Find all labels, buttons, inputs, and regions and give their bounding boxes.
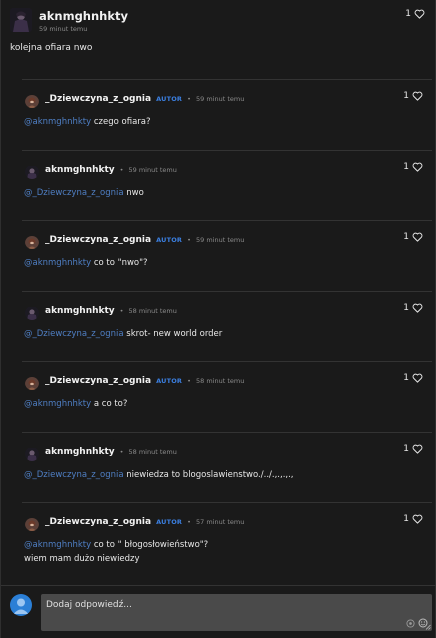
author-badge: AUTOR [156, 377, 183, 385]
like-count: 1 [403, 232, 409, 242]
heart-icon [412, 444, 423, 454]
reply-author[interactable]: _Dziewczyna_z_ognia [45, 235, 151, 245]
reply-message: co to " błogosłowieństwo"? [91, 540, 209, 550]
like-button[interactable]: 1 [403, 232, 423, 242]
heart-icon [412, 373, 423, 383]
reply-avatar[interactable] [25, 165, 39, 179]
reply-time: 57 minut temu [195, 518, 245, 526]
comment-author[interactable]: aknmghnhkty [39, 9, 128, 23]
author-badge: AUTOR [156, 236, 183, 244]
like-count: 1 [403, 444, 409, 454]
reply-time: 58 minut temu [195, 377, 245, 385]
user-mention[interactable]: @aknmghnhkty [24, 117, 91, 127]
reply-time: 59 minut temu [195, 95, 245, 103]
reply-item: aknmghnhkty • 59 minut temu @_Dziewczyna_z_… [22, 150, 432, 220]
reply-text: @_Dziewczyna_z_ognia skrot- new world or… [24, 327, 222, 341]
author-badge: AUTOR [156, 518, 183, 526]
reply-composer: Dodaj odpowiedź... [1, 585, 436, 638]
like-count: 1 [403, 373, 409, 383]
user-mention[interactable]: @_Dziewczyna_z_ognia [24, 470, 124, 480]
like-count: 1 [403, 162, 409, 172]
like-button[interactable]: 1 [403, 444, 423, 454]
comment-thread: aknmghnhkty 59 minut temu kolejna ofiara… [0, 0, 436, 638]
user-avatar[interactable] [10, 8, 32, 32]
reply-avatar[interactable] [25, 447, 39, 461]
like-button[interactable]: 1 [403, 91, 423, 101]
like-count: 1 [403, 91, 409, 101]
separator-dot: • [187, 518, 191, 526]
separator-dot: • [119, 166, 124, 174]
current-user-avatar [10, 594, 32, 616]
reply-text: @aknmghnhkty a co to? [24, 397, 127, 411]
like-count: 1 [405, 9, 411, 19]
separator-dot: • [119, 307, 124, 315]
user-mention[interactable]: @_Dziewczyna_z_ognia [24, 188, 124, 198]
heart-icon [412, 232, 423, 242]
reply-message: niewiedza to blogoslawienstwo./../.,.,.,… [123, 470, 294, 480]
main-comment: aknmghnhkty 59 minut temu kolejna ofiara… [1, 0, 436, 78]
reply-time: 59 minut temu [195, 236, 245, 244]
heart-icon [412, 303, 423, 313]
reply-item: _Dziewczyna_z_ognia AUTOR • 59 minut temu @a… [22, 220, 432, 291]
reply-author[interactable]: _Dziewczyna_z_ognia [45, 94, 151, 104]
reply-message: co to "nwo"? [91, 258, 148, 268]
heart-icon [414, 9, 425, 19]
reply-avatar[interactable] [25, 94, 39, 108]
like-button[interactable]: 1 [403, 303, 423, 313]
heart-icon [412, 514, 423, 524]
resize-handle-icon[interactable] [425, 624, 431, 630]
separator-dot: • [187, 377, 191, 385]
reply-placeholder: Dodaj odpowiedź... [46, 600, 132, 610]
reply-message-line2: wiem mam dużo niewiedzy [24, 554, 140, 564]
reply-message: skrot- new world order [123, 329, 223, 339]
separator-dot: • [187, 95, 191, 103]
comment-time: 59 minut temu [39, 25, 88, 33]
heart-icon [412, 162, 423, 172]
author-badge: AUTOR [156, 95, 183, 103]
reply-text: @_Dziewczyna_z_ognia niewiedza to blogos… [24, 468, 294, 482]
reply-item: _Dziewczyna_z_ognia AUTOR • 59 minut temu @a… [22, 79, 432, 150]
like-button[interactable]: 1 [405, 9, 425, 19]
like-count: 1 [403, 514, 409, 524]
user-mention[interactable]: @aknmghnhkty [24, 399, 91, 409]
reply-item: aknmghnhkty • 58 minut temu @_Dziewczyna_z_… [22, 291, 432, 361]
reply-message: czego ofiara? [91, 117, 151, 127]
reply-author[interactable]: aknmghnhkty [45, 306, 115, 316]
reply-item: aknmghnhkty • 58 minut temu @_Dziewczyna_z_… [22, 432, 432, 502]
reply-time: 58 minut temu [128, 448, 177, 456]
user-mention[interactable]: @aknmghnhkty [24, 540, 91, 550]
reply-avatar[interactable] [25, 306, 39, 320]
reply-message: nwo [123, 188, 144, 198]
separator-dot: • [119, 448, 124, 456]
reply-input[interactable]: Dodaj odpowiedź... [41, 594, 432, 631]
separator-dot: • [187, 236, 191, 244]
like-button[interactable]: 1 [403, 514, 423, 524]
reply-author[interactable]: aknmghnhkty [45, 165, 115, 175]
reply-time: 59 minut temu [128, 166, 177, 174]
like-button[interactable]: 1 [403, 162, 423, 172]
reply-message: a co to? [91, 399, 128, 409]
reply-avatar[interactable] [25, 376, 39, 390]
reply-author[interactable]: _Dziewczyna_z_ognia [45, 517, 151, 527]
heart-icon [412, 91, 423, 101]
like-button[interactable]: 1 [403, 373, 423, 383]
reply-text: @_Dziewczyna_z_ognia nwo [24, 186, 144, 200]
like-count: 1 [403, 303, 409, 313]
reply-time: 58 minut temu [128, 307, 177, 315]
reply-text: @aknmghnhkty co to " błogosłowieństwo"? w… [24, 538, 208, 566]
reply-avatar[interactable] [25, 517, 39, 531]
user-mention[interactable]: @_Dziewczyna_z_ognia [24, 329, 124, 339]
gif-icon[interactable] [406, 618, 415, 628]
reply-text: @aknmghnhkty co to "nwo"? [24, 256, 148, 270]
reply-author[interactable]: aknmghnhkty [45, 447, 115, 457]
reply-avatar[interactable] [25, 235, 39, 249]
reply-author[interactable]: _Dziewczyna_z_ognia [45, 376, 151, 386]
user-mention[interactable]: @aknmghnhkty [24, 258, 91, 268]
reply-item: _Dziewczyna_z_ognia AUTOR • 57 minut temu @a… [22, 502, 432, 584]
comment-text: kolejna ofiara nwo [10, 43, 93, 53]
reply-item: _Dziewczyna_z_ognia AUTOR • 58 minut temu @a… [22, 361, 432, 432]
reply-text: @aknmghnhkty czego ofiara? [24, 115, 151, 129]
